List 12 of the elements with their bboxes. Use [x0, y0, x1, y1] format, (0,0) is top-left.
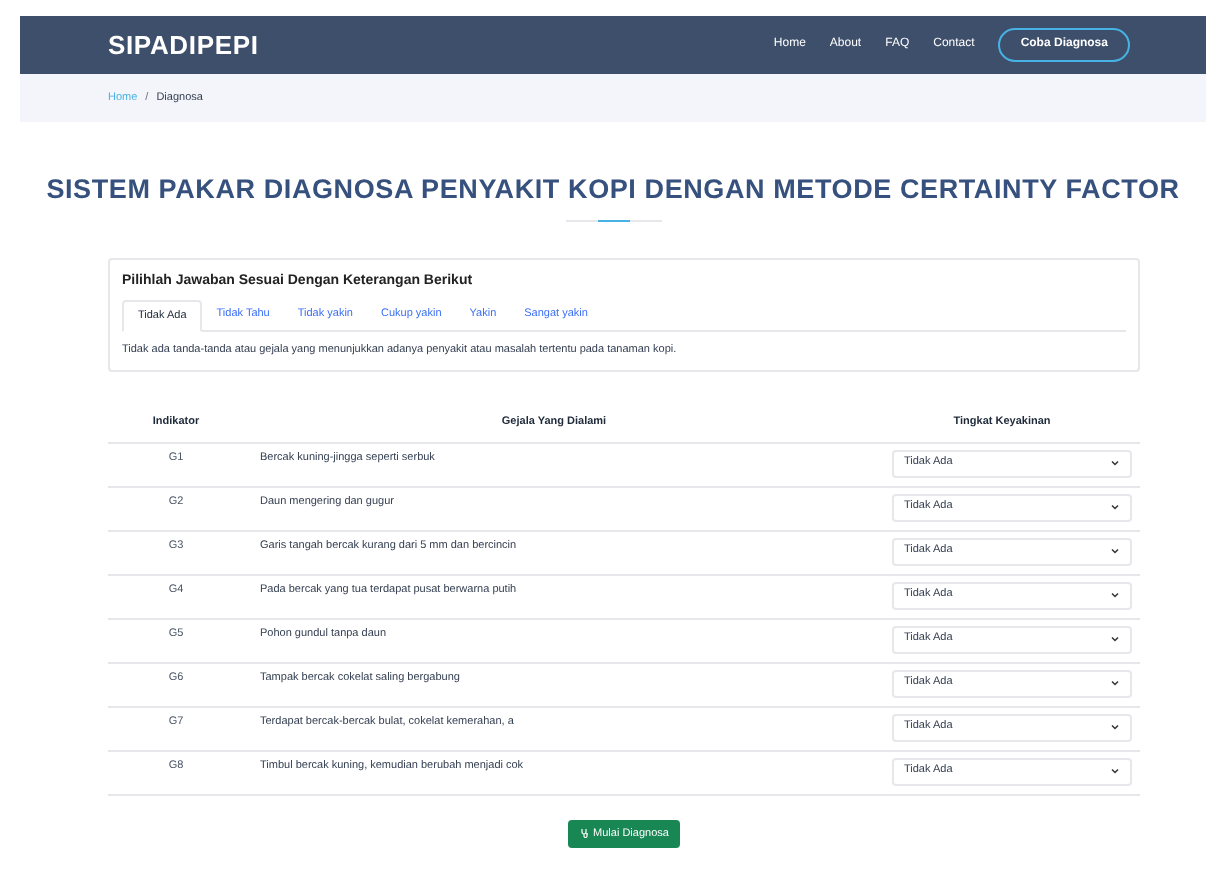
- chevron-down-icon: [1110, 546, 1120, 556]
- chevron-down-icon: [1110, 678, 1120, 688]
- stethoscope-icon: [579, 828, 590, 839]
- chevron-down-icon: [1110, 502, 1120, 512]
- page-title: SISTEM PAKAR DIAGNOSA PENYAKIT KOPI DENGAN METODE CERTAINTY FACTOR: [46, 172, 1180, 208]
- chevron-down-icon: [1110, 634, 1120, 644]
- title-underline: [565, 220, 661, 223]
- chevron-down-icon: [1110, 766, 1120, 776]
- chevron-down-icon: [1110, 590, 1120, 600]
- brand-logo[interactable]: SIPADIPEPI: [108, 25, 259, 65]
- chevron-down-icon: [1110, 458, 1120, 468]
- chevron-down-icon: [1110, 722, 1120, 732]
